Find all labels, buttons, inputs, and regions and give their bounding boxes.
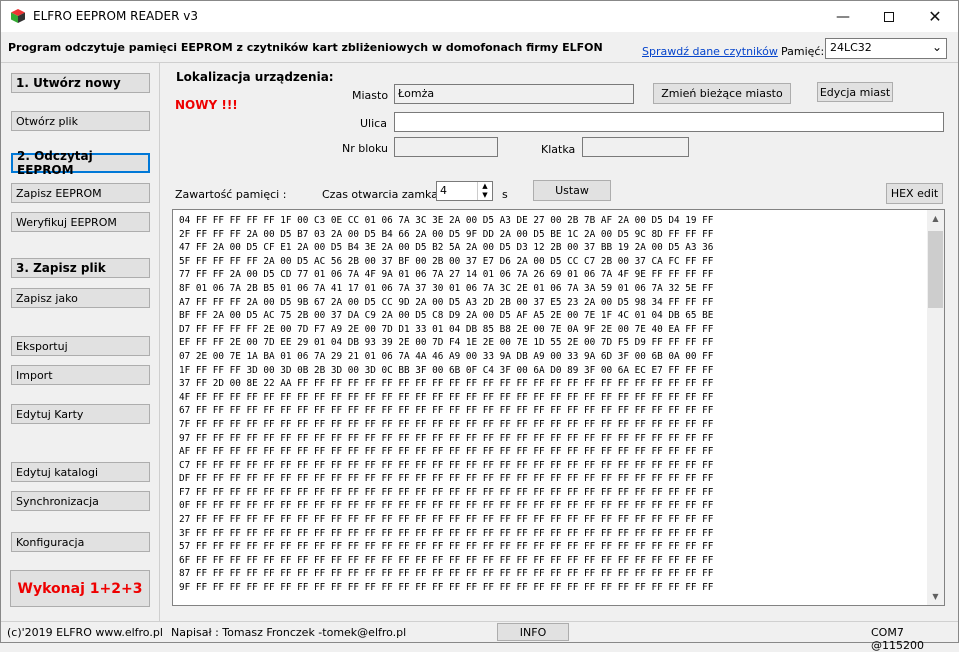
author-text: Napisał : Tomasz Fronczek -tomek@elfro.p…	[171, 626, 407, 639]
memory-hex-line: 4F FF FF FF FF FF FF FF FF FF FF FF FF F…	[179, 391, 714, 403]
title-bar: ELFRO EEPROM READER v3 — ✕	[1, 1, 958, 32]
memory-dump-box[interactable]: 04 FF FF FF FF FF 1F 00 C3 0E CC 01 06 7…	[172, 209, 945, 606]
spin-down-icon[interactable]: ▼	[478, 191, 492, 200]
lock-time-value: 4	[440, 184, 447, 197]
minimize-button[interactable]: —	[820, 1, 866, 32]
edit-catalogs-button[interactable]: Edytuj katalogi	[11, 462, 150, 482]
copyright-text: (c)'2019 ELFRO www.elfro.pl	[7, 626, 163, 639]
save-file-button[interactable]: 3. Zapisz plik	[11, 258, 150, 278]
memory-hex-line: F7 FF FF FF FF FF FF FF FF FF FF FF FF F…	[179, 486, 714, 498]
sidebar-divider	[159, 63, 160, 621]
location-heading: Lokalizacja urządzenia:	[176, 70, 334, 84]
memory-hex-line: A7 FF FF FF 2A 00 D5 9B 67 2A 00 D5 CC 9…	[179, 296, 714, 308]
read-eeprom-button[interactable]: 2. Odczytaj EEPROM	[11, 149, 150, 177]
memory-content-label: Zawartość pamięci :	[175, 188, 287, 201]
memory-select-value: 24LC32	[830, 41, 872, 54]
memory-hex-line: BF FF 2A 00 D5 AC 75 2B 00 37 DA C9 2A 0…	[179, 310, 714, 322]
edit-cards-button[interactable]: Edytuj Karty	[11, 404, 150, 424]
memory-select[interactable]: 24LC32 ⌄	[825, 38, 947, 59]
memory-hex-line: 57 FF FF FF FF FF FF FF FF FF FF FF FF F…	[179, 541, 714, 553]
memory-hex-line: 8F 01 06 7A 2B B5 01 06 7A 41 17 01 06 7…	[179, 282, 714, 294]
lock-time-spinner[interactable]: 4 ▲ ▼	[436, 181, 493, 201]
memory-hex-line: 9F FF FF FF FF FF FF FF FF FF FF FF FF F…	[179, 582, 714, 594]
app-cube-icon	[11, 9, 25, 23]
header-divider	[1, 62, 958, 63]
set-lock-time-button[interactable]: Ustaw	[533, 180, 611, 201]
memory-hex-line: 27 FF FF FF FF FF FF FF FF FF FF FF FF F…	[179, 514, 714, 526]
memory-hex-line: 77 FF FF 2A 00 D5 CD 77 01 06 7A 4F 9A 0…	[179, 269, 714, 281]
lock-time-unit: s	[502, 188, 508, 201]
window-title: ELFRO EEPROM READER v3	[33, 9, 198, 23]
close-icon: ✕	[928, 7, 942, 26]
scroll-up-icon[interactable]: ▲	[927, 210, 944, 227]
memory-label: Pamięć:	[781, 45, 825, 58]
street-label: Ulica	[360, 117, 387, 130]
edit-cities-button[interactable]: Edycja miast	[817, 82, 893, 102]
memory-scrollbar[interactable]: ▲ ▼	[927, 210, 944, 605]
run-all-button[interactable]: Wykonaj 1+2+3	[10, 570, 150, 607]
memory-hex-line: 87 FF FF FF FF FF FF FF FF FF FF FF FF F…	[179, 568, 714, 580]
program-description: Program odczytuje pamięci EEPROM z czytn…	[8, 41, 603, 54]
port-status: COM7 @115200	[871, 626, 924, 652]
block-label: Nr bloku	[342, 142, 389, 155]
memory-hex-line: AF FF FF FF FF FF FF FF FF FF FF FF FF F…	[179, 446, 714, 458]
synchronization-button[interactable]: Synchronizacja	[11, 491, 150, 511]
memory-hex-line: 37 FF 2D 00 8E 22 AA FF FF FF FF FF FF F…	[179, 378, 714, 390]
change-city-button[interactable]: Zmień bieżące miasto	[653, 83, 791, 104]
memory-hex-line: 1F FF FF FF 3D 00 3D 0B 2B 3D 00 3D 0C B…	[179, 364, 714, 376]
chevron-down-icon: ⌄	[931, 40, 942, 54]
maximize-icon	[884, 11, 894, 22]
memory-hex-line: DF FF FF FF FF FF FF FF FF FF FF FF FF F…	[179, 473, 714, 485]
info-button[interactable]: INFO	[497, 623, 569, 641]
write-eeprom-button[interactable]: Zapisz EEPROM	[11, 183, 150, 203]
lock-time-label: Czas otwarcia zamka:	[322, 188, 442, 201]
memory-hex-line: D7 FF FF FF FF 2E 00 7D F7 A9 2E 00 7D D…	[179, 323, 714, 335]
memory-hex-line: 2F FF FF FF 2A 00 D5 B7 03 2A 00 D5 B4 6…	[179, 228, 714, 240]
app-window: ELFRO EEPROM READER v3 — ✕ Program odczy…	[0, 0, 959, 652]
memory-hex-line: EF FF FF 2E 00 7D EE 29 01 04 DB 93 39 2…	[179, 337, 714, 349]
memory-hex-line: 0F FF FF FF FF FF FF FF FF FF FF FF FF F…	[179, 500, 714, 512]
stair-label: Klatka	[541, 143, 576, 156]
minimize-icon: —	[836, 8, 850, 25]
city-field[interactable]: Łomża	[394, 84, 634, 104]
block-field[interactable]	[394, 137, 498, 157]
memory-hex-line: 67 FF FF FF FF FF FF FF FF FF FF FF FF F…	[179, 405, 714, 417]
stair-field[interactable]	[582, 137, 689, 157]
street-field[interactable]	[394, 112, 944, 132]
import-button[interactable]: Import	[11, 365, 150, 385]
memory-hex-line: 07 2E 00 7E 1A BA 01 06 7A 29 21 01 06 7…	[179, 350, 714, 362]
save-as-button[interactable]: Zapisz jako	[11, 288, 150, 308]
spinner-arrows[interactable]: ▲ ▼	[477, 182, 492, 200]
memory-hex-line: C7 FF FF FF FF FF FF FF FF FF FF FF FF F…	[179, 459, 714, 471]
memory-hex-line: 6F FF FF FF FF FF FF FF FF FF FF FF FF F…	[179, 554, 714, 566]
memory-hex-line: 04 FF FF FF FF FF 1F 00 C3 0E CC 01 06 7…	[179, 215, 714, 226]
memory-hex-line: 3F FF FF FF FF FF FF FF FF FF FF FF FF F…	[179, 527, 714, 539]
configuration-button[interactable]: Konfiguracja	[11, 532, 150, 552]
check-readers-link[interactable]: Sprawdź dane czytników	[642, 45, 778, 58]
status-bar: (c)'2019 ELFRO www.elfro.pl Napisał : To…	[1, 621, 958, 652]
city-label: Miasto	[352, 89, 389, 102]
open-file-button[interactable]: Otwórz plik	[11, 111, 150, 131]
close-button[interactable]: ✕	[912, 1, 958, 32]
new-flag: NOWY !!!	[175, 98, 238, 112]
memory-hex-line: 47 FF 2A 00 D5 CF E1 2A 00 D5 B4 3E 2A 0…	[179, 242, 714, 254]
create-new-button[interactable]: 1. Utwórz nowy	[11, 73, 150, 93]
export-button[interactable]: Eksportuj	[11, 336, 150, 356]
scroll-thumb[interactable]	[928, 231, 943, 308]
spin-up-icon[interactable]: ▲	[478, 182, 492, 191]
memory-hex-lines: 04 FF FF FF FF FF 1F 00 C3 0E CC 01 06 7…	[179, 214, 713, 595]
verify-eeprom-button[interactable]: Weryfikuj EEPROM	[11, 212, 150, 232]
memory-hex-line: 5F FF FF FF FF 2A 00 D5 AC 56 2B 00 37 B…	[179, 255, 714, 267]
scroll-down-icon[interactable]: ▼	[927, 588, 944, 605]
maximize-button[interactable]	[866, 1, 912, 32]
hex-edit-button[interactable]: HEX edit	[886, 183, 943, 204]
memory-hex-line: 97 FF FF FF FF FF FF FF FF FF FF FF FF F…	[179, 432, 714, 444]
memory-hex-line: 7F FF FF FF FF FF FF FF FF FF FF FF FF F…	[179, 418, 714, 430]
